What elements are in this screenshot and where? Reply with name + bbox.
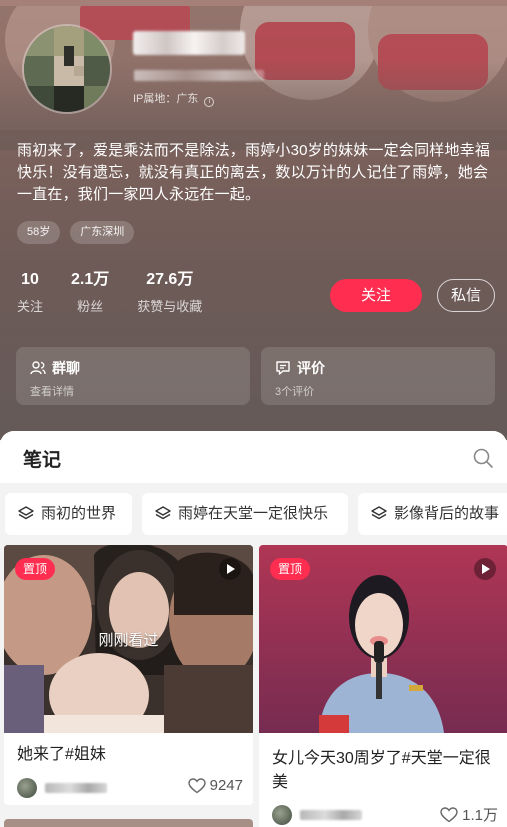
notes-panel: 笔记 雨初的世界 雨婷在天堂一定很快乐 影像背后的故事 置顶 刚刚看过 她来了#… bbox=[0, 431, 507, 827]
album-label: 雨婷在天堂一定很快乐 bbox=[178, 505, 329, 522]
ip-location: IP属地：广东 i bbox=[133, 90, 215, 107]
note-footer: 1.1万 bbox=[272, 804, 498, 826]
message-button[interactable]: 私信 bbox=[437, 279, 495, 312]
note-title: 女儿今天30周岁了#天堂一定很美 bbox=[272, 750, 491, 791]
layers-icon bbox=[155, 506, 171, 520]
album-item[interactable]: 影像背后的故事 bbox=[358, 493, 507, 535]
avatar[interactable] bbox=[22, 24, 112, 114]
stat-likes-collections[interactable]: 27.6万 获赞与收藏 bbox=[137, 270, 202, 315]
album-list: 雨初的世界 雨婷在天堂一定很快乐 影像背后的故事 bbox=[0, 493, 507, 535]
next-note-peek bbox=[4, 819, 253, 827]
author-avatar bbox=[272, 805, 292, 825]
stat-label: 关注 bbox=[17, 299, 44, 314]
stat-value: 10 bbox=[21, 271, 39, 288]
author-name-blurred bbox=[45, 783, 107, 793]
author-name-blurred bbox=[300, 810, 362, 820]
pinned-badge: 置顶 bbox=[15, 558, 56, 580]
profile-tags: 58岁 广东深圳 bbox=[17, 221, 135, 244]
ip-location-text: IP属地：广东 bbox=[133, 93, 199, 105]
follow-button[interactable]: 关注 bbox=[330, 279, 422, 312]
search-icon[interactable] bbox=[472, 447, 494, 469]
play-icon bbox=[474, 558, 496, 580]
group-chat-card[interactable]: 群聊 查看详情 bbox=[16, 347, 250, 405]
like-count[interactable]: 1.1万 bbox=[440, 804, 498, 825]
stat-value: 2.1万 bbox=[71, 271, 110, 288]
tag-location: 广东深圳 bbox=[70, 221, 135, 244]
like-count-text: 1.1万 bbox=[462, 807, 498, 824]
stat-label: 获赞与收藏 bbox=[137, 299, 203, 314]
stat-following[interactable]: 10 关注 bbox=[17, 270, 43, 315]
card-subtitle: 查看详情 bbox=[30, 386, 74, 398]
note-card[interactable]: 置顶 女儿今天30周岁了#天堂一定很美 1.1万 bbox=[259, 545, 507, 827]
profile-stats: 10 关注 2.1万 粉丝 27.6万 获赞与收藏 bbox=[17, 270, 230, 315]
heart-icon bbox=[187, 777, 206, 793]
layers-icon bbox=[18, 506, 34, 520]
pixelated-avatar-image bbox=[24, 26, 110, 112]
stat-value: 27.6万 bbox=[146, 271, 194, 288]
card-title-text: 群聊 bbox=[52, 360, 80, 376]
reviews-card[interactable]: 评价 3个评价 bbox=[261, 347, 495, 405]
card-title: 群聊 bbox=[30, 358, 80, 378]
card-subtitle: 3个评价 bbox=[275, 386, 315, 398]
note-footer: 9247 bbox=[17, 777, 243, 799]
username-blurred bbox=[133, 31, 245, 55]
note-card[interactable]: 置顶 刚刚看过 她来了#姐妹 9247 bbox=[4, 545, 253, 805]
stat-followers[interactable]: 2.1万 粉丝 bbox=[71, 270, 109, 315]
note-title: 她来了#姐妹 bbox=[17, 746, 106, 763]
pinned-badge: 置顶 bbox=[270, 558, 311, 580]
note-cover: 置顶 bbox=[259, 545, 507, 733]
info-icon[interactable]: i bbox=[204, 97, 215, 107]
like-count[interactable]: 9247 bbox=[187, 777, 243, 794]
notes-header: 笔记 bbox=[0, 431, 507, 483]
comment-icon bbox=[276, 361, 290, 375]
play-icon bbox=[219, 558, 241, 580]
heart-icon bbox=[440, 806, 458, 822]
album-label: 雨初的世界 bbox=[41, 505, 117, 522]
user-id-blurred bbox=[134, 70, 264, 81]
album-item[interactable]: 雨初的世界 bbox=[5, 493, 132, 535]
notes-tab[interactable]: 笔记 bbox=[23, 445, 61, 472]
author-avatar bbox=[17, 778, 37, 798]
profile-bio: 雨初来了，爱是乘法而不是除法，雨婷小30岁的妹妹一定会同样地幸福快乐！没有遗忘，… bbox=[17, 142, 491, 203]
album-item[interactable]: 雨婷在天堂一定很快乐 bbox=[142, 493, 348, 535]
recently-viewed-label: 刚刚看过 bbox=[98, 632, 159, 649]
stat-label: 粉丝 bbox=[77, 299, 104, 314]
album-label: 影像背后的故事 bbox=[394, 505, 500, 522]
profile-header: IP属地：广东 i 雨初来了，爱是乘法而不是除法，雨婷小30岁的妹妹一定会同样地幸… bbox=[0, 0, 507, 440]
card-title-text: 评价 bbox=[297, 360, 325, 376]
layers-icon bbox=[371, 506, 387, 520]
like-count-text: 9247 bbox=[209, 777, 243, 794]
tag-age: 58岁 bbox=[17, 221, 61, 244]
card-title: 评价 bbox=[275, 358, 325, 378]
group-icon bbox=[30, 361, 46, 375]
note-cover: 置顶 刚刚看过 bbox=[4, 545, 253, 733]
